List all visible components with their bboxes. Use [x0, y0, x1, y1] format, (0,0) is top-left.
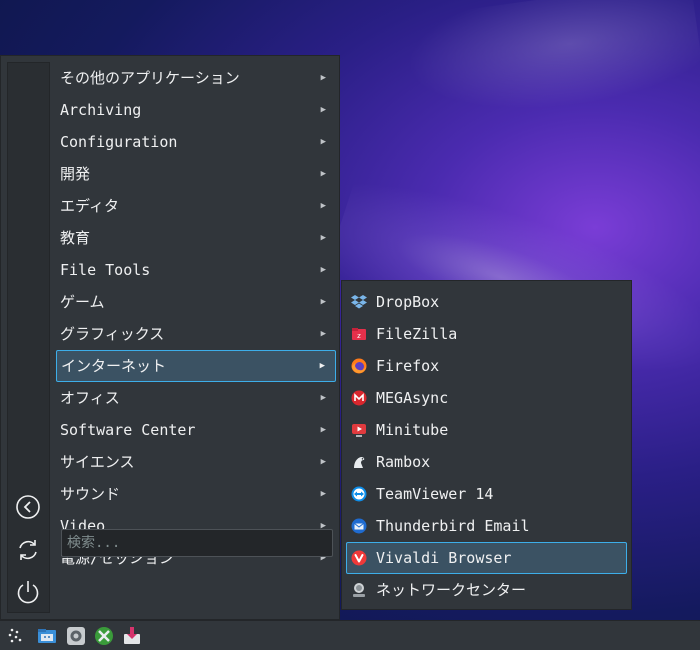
- category-label: サイエンス: [60, 453, 135, 471]
- app-label: FileZilla: [376, 325, 458, 343]
- app-vivaldi[interactable]: Vivaldi Browser: [346, 542, 627, 574]
- file-manager-button[interactable]: [36, 625, 58, 647]
- chevron-right-icon: ▶: [320, 169, 326, 179]
- app-minitube[interactable]: Minitube: [346, 414, 627, 446]
- category-configuration[interactable]: Configuration ▶: [56, 126, 336, 158]
- category-internet[interactable]: インターネット ▶: [56, 350, 336, 382]
- teamviewer-icon: [351, 486, 367, 502]
- app-launcher-icon: [8, 628, 22, 643]
- internet-submenu: DropBox z FileZilla Firefox MEGAsync Min…: [341, 280, 632, 610]
- minitube-icon: [351, 422, 367, 438]
- filezilla-icon: z: [351, 326, 367, 342]
- category-archiving[interactable]: Archiving ▶: [56, 94, 336, 126]
- search-input[interactable]: [61, 529, 333, 557]
- chevron-right-icon: ▶: [320, 265, 326, 275]
- network-center-icon: [351, 582, 367, 598]
- app-thunderbird[interactable]: Thunderbird Email: [346, 510, 627, 542]
- back-button[interactable]: [14, 493, 42, 521]
- app-label: Minitube: [376, 421, 449, 439]
- installer-button[interactable]: [121, 625, 143, 647]
- category-label: Archiving: [60, 101, 142, 119]
- refresh-icon: [19, 540, 37, 560]
- refresh-button[interactable]: [14, 536, 42, 564]
- chevron-right-icon: ▶: [320, 425, 326, 435]
- chevron-right-icon: ▶: [320, 233, 326, 243]
- app-filezilla[interactable]: z FileZilla: [346, 318, 627, 350]
- app-network-center[interactable]: ネットワークセンター: [346, 574, 627, 606]
- category-editors[interactable]: エディタ ▶: [56, 190, 336, 222]
- category-label: グラフィックス: [60, 325, 165, 343]
- xfce-tools-button[interactable]: [93, 625, 115, 647]
- vivaldi-icon: [351, 550, 367, 566]
- power-icon: [17, 581, 39, 604]
- category-label: 開発: [60, 165, 91, 183]
- menu-side-strip: [7, 62, 50, 613]
- app-teamviewer[interactable]: TeamViewer 14: [346, 478, 627, 510]
- category-label: サウンド: [60, 485, 121, 503]
- category-label: Software Center: [60, 421, 196, 439]
- app-label: MEGAsync: [376, 389, 449, 407]
- category-games[interactable]: ゲーム ▶: [56, 286, 336, 318]
- category-label: インターネット: [61, 357, 167, 375]
- category-office[interactable]: オフィス ▶: [56, 382, 336, 414]
- app-megasync[interactable]: MEGAsync: [346, 382, 627, 414]
- category-education[interactable]: 教育 ▶: [56, 222, 336, 254]
- firefox-icon: [351, 358, 367, 374]
- installer-icon: [124, 627, 140, 644]
- category-sound[interactable]: サウンド ▶: [56, 478, 336, 510]
- wallpaper-streak-top: [373, 0, 700, 142]
- category-science[interactable]: サイエンス ▶: [56, 446, 336, 478]
- category-development[interactable]: 開発 ▶: [56, 158, 336, 190]
- settings-icon: [67, 627, 85, 645]
- back-icon: [16, 495, 40, 519]
- chevron-right-icon: ▶: [320, 137, 326, 147]
- category-label: ゲーム: [60, 293, 105, 311]
- chevron-right-icon: ▶: [320, 489, 326, 499]
- app-label: Vivaldi Browser: [376, 549, 512, 567]
- chevron-right-icon: ▶: [320, 201, 326, 211]
- app-label: Thunderbird Email: [376, 517, 530, 535]
- app-firefox[interactable]: Firefox: [346, 350, 627, 382]
- app-launcher-button[interactable]: [5, 625, 27, 647]
- app-label: ネットワークセンター: [376, 581, 527, 599]
- chevron-right-icon: ▶: [320, 297, 326, 307]
- category-software-center[interactable]: Software Center ▶: [56, 414, 336, 446]
- app-label: DropBox: [376, 293, 440, 311]
- chevron-right-icon: ▶: [320, 457, 326, 467]
- app-label: TeamViewer 14: [376, 485, 494, 503]
- app-dropbox[interactable]: DropBox: [346, 286, 627, 318]
- megasync-icon: [351, 390, 367, 406]
- category-graphics[interactable]: グラフィックス ▶: [56, 318, 336, 350]
- category-label: Configuration: [60, 133, 178, 151]
- category-label: File Tools: [60, 261, 151, 279]
- app-label: Rambox: [376, 453, 431, 471]
- app-rambox[interactable]: Rambox: [346, 446, 627, 478]
- taskbar: [0, 620, 700, 650]
- rambox-icon: [351, 454, 367, 470]
- svg-text:z: z: [357, 332, 361, 340]
- category-label: エディタ: [60, 197, 119, 215]
- category-list: その他のアプリケーション ▶ Archiving ▶ Configuration ▶ …: [56, 62, 336, 574]
- chevron-right-icon: ▶: [320, 105, 326, 115]
- settings-button[interactable]: [65, 625, 87, 647]
- thunderbird-icon: [351, 518, 367, 534]
- app-label: Firefox: [376, 357, 440, 375]
- category-file-tools[interactable]: File Tools ▶: [56, 254, 336, 286]
- dropbox-icon: [351, 294, 367, 310]
- app-list: DropBox z FileZilla Firefox MEGAsync Min…: [346, 286, 627, 606]
- category-label: オフィス: [60, 389, 120, 407]
- category-label: その他のアプリケーション: [60, 69, 240, 87]
- file-manager-icon: [38, 629, 56, 643]
- category-other-apps[interactable]: その他のアプリケーション ▶: [56, 62, 336, 94]
- xfce-tools-icon: [95, 627, 113, 645]
- chevron-right-icon: ▶: [319, 361, 325, 371]
- chevron-right-icon: ▶: [320, 73, 326, 83]
- power-button[interactable]: [14, 578, 42, 606]
- category-label: 教育: [60, 229, 91, 247]
- chevron-right-icon: ▶: [320, 329, 326, 339]
- chevron-right-icon: ▶: [320, 393, 326, 403]
